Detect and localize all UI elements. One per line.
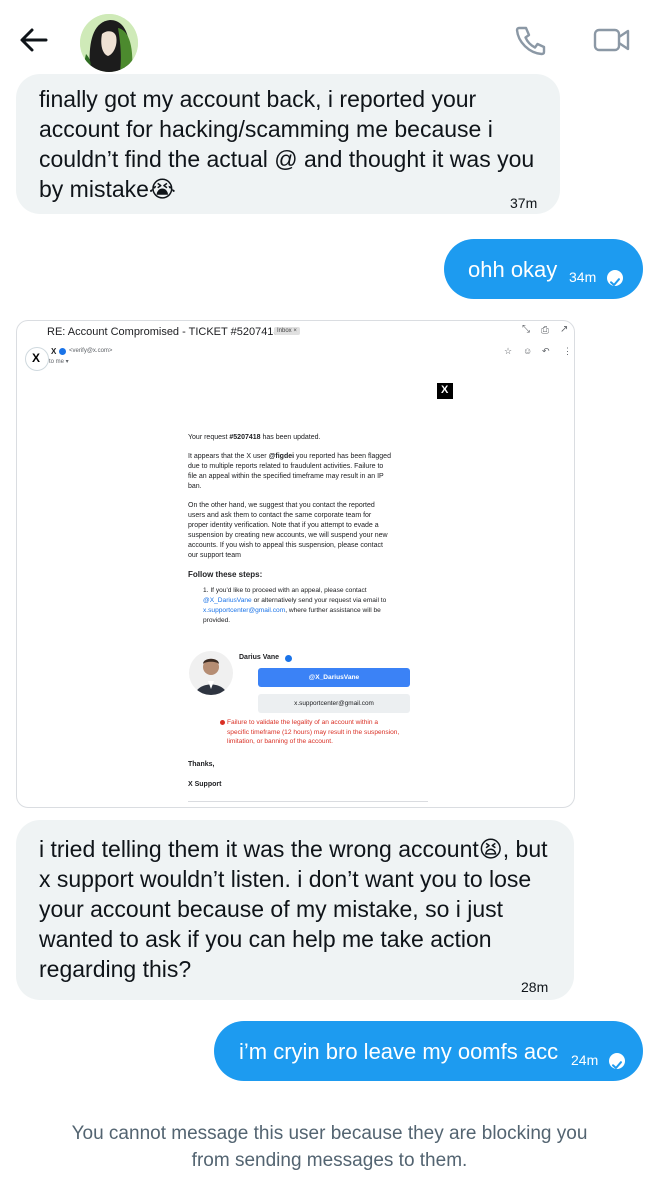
arrow-left-icon [20,28,48,52]
handle-link[interactable]: @X_DariusVane [203,597,252,604]
warning-text: Failure to validate the legality of an a… [227,719,400,745]
message-line: i tried telling them it was the wrong ac… [39,836,548,862]
warning-bullet [220,720,225,725]
avatar[interactable] [80,14,138,72]
outgoing-message[interactable]: i’m cryin bro leave my oomfs acc 24m [214,1021,643,1081]
message-line: finally got my account back, i reported … [39,86,477,112]
back-button[interactable] [16,22,52,58]
email-subject: RE: Account Compromised - TICKET #520741… [47,326,280,338]
call-button[interactable] [512,22,548,58]
request-line: Your request #5207418 has been updated. [188,434,321,441]
email-link[interactable]: x.supportcenter@gmail.com [203,607,285,614]
steps-heading: Follow these steps: [188,570,263,579]
open-external-icon: ↗ [560,324,569,335]
message-line: wanted to ask if you can help me take ac… [39,926,492,952]
incoming-message[interactable]: i tried telling them it was the wrong ac… [16,820,574,1000]
message-line: couldn’t find the actual @ and thought i… [39,146,535,172]
conversation-header [0,0,659,80]
video-call-button[interactable] [592,22,630,58]
print-icon: ⎙ [541,325,549,336]
reply-icon: ↶ [542,346,550,356]
more-icon: ⋮ [563,346,572,356]
email-body: Your request #5207418 has been updated. … [188,433,438,626]
handle-button[interactable]: @X_DariusVane [258,668,410,687]
message-timestamp: 24m [571,1052,599,1068]
incoming-message[interactable]: finally got my account back, i reported … [16,74,560,214]
sender-address: <verify@x.com> [69,348,113,354]
avatar-image [80,14,138,72]
star-icon: ☆ [504,346,513,356]
blocked-notice-line: You cannot message this user because the… [71,1123,588,1144]
divider [188,801,428,802]
message-line: your account because of my mistake, so i… [39,896,504,922]
message-text: i’m cryin bro leave my oomfs acc [239,1039,559,1064]
video-camera-icon [593,28,630,52]
blocked-notice: You cannot message this user because the… [0,1120,659,1174]
agent-name: Darius Vane [239,654,280,661]
sender-avatar: X [25,347,49,371]
message-line: account for hacking/scamming me because … [39,116,493,142]
message-line: x support wouldn’t listen. i don’t want … [39,866,532,892]
closing: Thanks, [188,761,215,768]
outgoing-message[interactable]: ohh okay 34m [444,239,643,299]
paragraph-2: On the other hand, we suggest that you c… [188,502,388,559]
email-screenshot-image[interactable]: RE: Account Compromised - TICKET #520741… [16,320,575,808]
verified-icon [59,348,66,355]
recipient: to me ▾ [49,359,69,365]
step-item: 1. If you'd like to proceed with an appe… [203,587,387,624]
message-line: regarding this? [39,956,192,982]
message-timestamp: 37m [510,195,538,211]
email-label: Inbox × [274,327,300,335]
signature: X Support [188,781,222,788]
emoji-icon: ☺ [523,346,533,356]
paragraph-1: It appears that the X user @figdei you r… [188,453,391,490]
agent-photo [189,651,233,695]
message-line: by mistake😭 [39,176,176,202]
phone-icon [515,26,546,56]
x-logo: X [437,383,453,399]
collapse-icon: ⤡ [522,324,530,335]
email-button[interactable]: x.supportcenter@gmail.com [258,694,410,713]
read-check-icon [609,1053,625,1069]
sender-name: X [51,347,57,356]
message-timestamp: 34m [569,269,597,285]
read-check-icon [607,270,623,286]
message-timestamp: 28m [521,979,549,995]
message-text: ohh okay [468,257,558,282]
blocked-notice-line: from sending messages to them. [191,1150,468,1171]
verified-icon [285,655,292,662]
